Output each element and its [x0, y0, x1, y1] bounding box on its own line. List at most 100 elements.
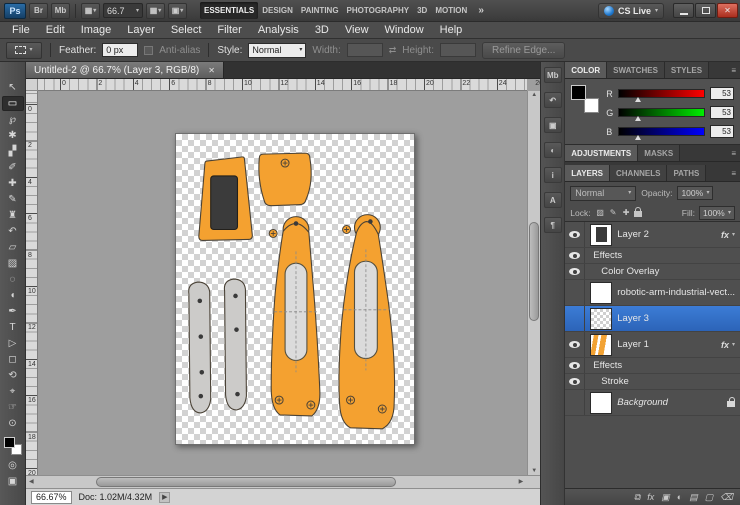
channel-slider-b[interactable]	[618, 127, 705, 136]
visibility-toggle[interactable]	[565, 374, 585, 389]
panel-tab-masks[interactable]: MASKS	[638, 145, 680, 161]
clone-stamp-tool[interactable]: ♜	[2, 208, 24, 223]
layer-effect-row[interactable]: Effects	[565, 248, 740, 264]
adjustments-panel-icon[interactable]: ◐	[544, 142, 562, 158]
channel-slider-r[interactable]	[618, 89, 705, 98]
slider-thumb[interactable]	[635, 97, 641, 102]
height-input[interactable]	[440, 43, 476, 57]
lock-image-pixels-icon[interactable]: ✎	[608, 208, 619, 217]
visibility-toggle[interactable]	[565, 280, 585, 305]
menu-image[interactable]: Image	[73, 23, 120, 37]
launch-mini-bridge-button[interactable]: Mb	[51, 3, 70, 19]
status-zoom-field[interactable]: 66.67%	[31, 491, 72, 504]
panel-tab-channels[interactable]: CHANNELS	[610, 165, 667, 181]
3d-object-rotate-tool[interactable]: ⟲	[2, 368, 24, 383]
lock-transparent-pixels-icon[interactable]: ▨	[595, 208, 606, 217]
workspace-photography[interactable]: PHOTOGRAPHY	[343, 2, 414, 19]
restore-button[interactable]	[695, 3, 716, 18]
menu-3d[interactable]: 3D	[307, 23, 337, 37]
dodge-tool[interactable]: ◖	[2, 288, 24, 303]
scroll-up-icon[interactable]: ▲	[528, 92, 540, 98]
color-swatch-control[interactable]	[4, 437, 22, 455]
quick-selection-tool[interactable]: ✱	[2, 128, 24, 143]
visibility-toggle[interactable]	[565, 264, 585, 279]
vertical-scrollbar[interactable]: ▲ ▼	[527, 91, 540, 475]
close-button[interactable]: ✕	[717, 3, 738, 18]
ruler-origin-corner[interactable]	[26, 79, 38, 91]
refine-edge-button[interactable]: Refine Edge...	[482, 42, 565, 59]
eraser-tool[interactable]: ▱	[2, 240, 24, 255]
layer-row[interactable]: Layer 3	[565, 306, 740, 332]
canvas-viewport[interactable]: 0246810121416182022242628 02468101214161…	[26, 79, 540, 475]
pen-tool[interactable]: ✒	[2, 304, 24, 319]
screen-mode-toggle[interactable]: ▣	[2, 474, 24, 489]
close-tab-icon[interactable]: ✕	[208, 66, 215, 75]
visibility-toggle[interactable]	[565, 306, 585, 331]
panel-tab-layers[interactable]: LAYERS	[565, 165, 610, 181]
tool-preset-picker[interactable]: ▾	[6, 42, 42, 59]
rectangular-marquee-tool[interactable]: ▭	[2, 96, 24, 111]
mini-bridge-panel-icon[interactable]: Mb	[544, 67, 562, 83]
menu-analysis[interactable]: Analysis	[250, 23, 307, 37]
channel-slider-g[interactable]	[618, 108, 705, 117]
menu-file[interactable]: File	[4, 23, 38, 37]
document-canvas[interactable]	[175, 133, 415, 445]
panel-menu-icon[interactable]: ≡	[727, 62, 740, 78]
path-selection-tool[interactable]: ▷	[2, 336, 24, 351]
color-swatch-pair[interactable]	[571, 85, 599, 113]
layer-effect-row[interactable]: Color Overlay	[565, 264, 740, 280]
foreground-color-swatch[interactable]	[4, 437, 15, 448]
anti-alias-checkbox[interactable]	[144, 46, 153, 55]
type-tool[interactable]: T	[2, 320, 24, 335]
background-color-swatch[interactable]	[584, 98, 599, 113]
quick-mask-button[interactable]: ◎	[2, 458, 24, 473]
arrange-documents-button[interactable]: ▦ ▾	[146, 3, 165, 19]
new-layer-icon[interactable]: ▢	[705, 492, 714, 503]
workspace-design[interactable]: DESIGN	[258, 2, 297, 19]
spot-healing-brush-tool[interactable]: ✚	[2, 176, 24, 191]
visibility-toggle[interactable]	[565, 358, 585, 373]
scroll-right-icon[interactable]: ▶	[519, 478, 524, 485]
channel-value-g[interactable]: 53	[710, 106, 734, 119]
visibility-toggle[interactable]	[565, 222, 585, 247]
new-group-icon[interactable]: ▤	[689, 492, 698, 503]
fx-collapse-icon[interactable]: ▾	[732, 232, 735, 238]
foreground-color-swatch[interactable]	[571, 85, 586, 100]
slider-thumb[interactable]	[635, 135, 641, 140]
zoom-tool[interactable]: ⊙	[2, 416, 24, 431]
feather-input[interactable]	[102, 43, 138, 57]
delete-layer-icon[interactable]: ⌫	[720, 492, 733, 503]
opacity-field[interactable]: 100% ▾	[677, 186, 713, 200]
history-panel-icon[interactable]: ↶	[544, 92, 562, 108]
workspace-essentials[interactable]: ESSENTIALS	[200, 2, 258, 19]
fx-collapse-icon[interactable]: ▾	[732, 342, 735, 348]
zoom-level-box[interactable]: 66.7 ▾	[103, 3, 143, 18]
layer-row-background[interactable]: Background	[565, 390, 740, 416]
rectangle-tool[interactable]: ◻	[2, 352, 24, 367]
horizontal-scroll-thumb[interactable]	[96, 477, 396, 487]
link-layers-icon[interactable]: ⧉	[634, 492, 640, 503]
menu-filter[interactable]: Filter	[209, 23, 249, 37]
lasso-tool[interactable]: ℘	[2, 112, 24, 127]
add-layer-mask-icon[interactable]: ▣	[661, 492, 670, 503]
fill-field[interactable]: 100% ▾	[699, 206, 735, 220]
scroll-down-icon[interactable]: ▼	[528, 468, 540, 474]
menu-layer[interactable]: Layer	[119, 23, 163, 37]
panel-menu-icon[interactable]: ≡	[727, 145, 740, 161]
layer-row[interactable]: Layer 2fx▾	[565, 222, 740, 248]
panel-menu-icon[interactable]: ≡	[727, 165, 740, 181]
styles-panel-icon[interactable]: ▣	[544, 117, 562, 133]
document-tab[interactable]: Untitled-2 @ 66.7% (Layer 3, RGB/8) ✕	[26, 62, 224, 78]
blend-mode-select[interactable]: Normal ▾	[570, 186, 636, 201]
layer-effect-row[interactable]: Effects	[565, 358, 740, 374]
slider-thumb[interactable]	[635, 116, 641, 121]
horizontal-scrollbar[interactable]: ◀ ▶	[26, 475, 540, 488]
crop-tool[interactable]: ▞	[2, 144, 24, 159]
blur-tool[interactable]: ◌	[2, 272, 24, 287]
minimize-button[interactable]	[673, 3, 694, 18]
menu-help[interactable]: Help	[432, 23, 471, 37]
new-adjustment-layer-icon[interactable]: ◐	[677, 492, 682, 502]
info-panel-icon[interactable]: i	[544, 167, 562, 183]
visibility-toggle[interactable]	[565, 332, 585, 357]
lock-position-icon[interactable]: ✚	[621, 208, 632, 217]
